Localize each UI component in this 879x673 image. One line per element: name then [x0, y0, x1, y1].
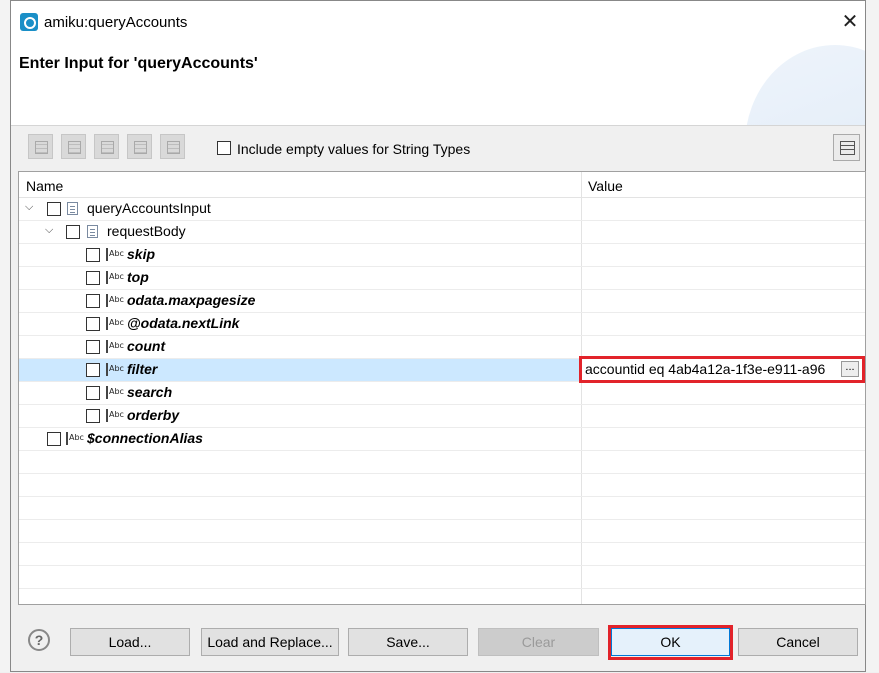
ellipsis-button[interactable]: ... [841, 361, 859, 377]
header-decoration [745, 45, 865, 125]
include-empty-label: Include empty values for String Types [237, 141, 471, 157]
load-button[interactable]: Load... [70, 628, 190, 656]
save-button[interactable]: Save... [348, 628, 468, 656]
empty-row [19, 451, 865, 474]
empty-row [19, 520, 865, 543]
add-column-icon[interactable] [94, 134, 119, 159]
string-type-icon: Abc [106, 386, 124, 399]
row-checkbox[interactable] [86, 409, 100, 423]
app-icon [20, 13, 38, 31]
close-button[interactable]: ✕ [835, 7, 865, 37]
string-type-icon: Abc [106, 340, 124, 353]
document-icon [67, 202, 78, 215]
remove-row-icon[interactable] [127, 134, 152, 159]
row-checkbox[interactable] [47, 432, 61, 446]
query-input-dialog: amiku:queryAccounts ✕ Enter Input for 'q… [10, 0, 866, 672]
row-checkbox[interactable] [66, 225, 80, 239]
string-type-icon: Abc [106, 317, 124, 330]
table-row[interactable]: Abc skip [19, 244, 865, 267]
filter-value-editor[interactable]: accountid eq 4ab4a12a-1f3e-e911-a96 ... [579, 356, 865, 383]
table-row-selected[interactable]: Abc filter accountid eq 4ab4a12a-1f3e-e9… [19, 356, 865, 383]
node-label: skip [127, 246, 156, 262]
add-row-icon[interactable] [28, 134, 53, 159]
table-row[interactable]: ⌵ requestBody [19, 221, 865, 244]
row-checkbox[interactable] [86, 294, 100, 308]
string-type-icon: Abc [106, 409, 124, 422]
background-window-right [865, 0, 879, 672]
table-row[interactable]: Abc @odata.nextLink [19, 313, 865, 336]
window-title: amiku:queryAccounts [44, 14, 188, 31]
node-label: filter [127, 361, 158, 377]
include-empty-checkbox[interactable] [217, 141, 231, 155]
cancel-button[interactable]: Cancel [738, 628, 858, 656]
empty-row [19, 543, 865, 566]
empty-row [19, 566, 865, 589]
column-header-value[interactable]: Value [588, 178, 623, 194]
filter-value-input[interactable]: accountid eq 4ab4a12a-1f3e-e911-a96 [585, 361, 837, 377]
node-label: odata.maxpagesize [127, 292, 256, 308]
row-checkbox[interactable] [86, 363, 100, 377]
chevron-down-icon[interactable]: ⌵ [45, 224, 53, 237]
empty-row [19, 497, 865, 520]
row-checkbox[interactable] [86, 317, 100, 331]
insert-row-icon[interactable] [61, 134, 86, 159]
string-type-icon: Abc [66, 432, 84, 445]
ok-button[interactable]: OK [611, 628, 730, 656]
row-checkbox[interactable] [86, 248, 100, 262]
string-type-icon: Abc [106, 363, 124, 376]
empty-row [19, 474, 865, 497]
dialog-footer: ? Load... Load and Replace... Save... Cl… [11, 611, 865, 673]
table-header: Name Value [19, 172, 865, 198]
node-label: count [127, 338, 166, 354]
node-label: orderby [127, 407, 180, 423]
help-icon[interactable]: ? [28, 629, 50, 651]
table-row[interactable]: Abc odata.maxpagesize [19, 290, 865, 313]
table-row[interactable]: Abc orderby [19, 405, 865, 428]
node-label: search [127, 384, 173, 400]
string-type-icon: Abc [106, 271, 124, 284]
table-row[interactable]: Abc top [19, 267, 865, 290]
remove-all-icon[interactable] [160, 134, 185, 159]
title-bar: amiku:queryAccounts ✕ [11, 1, 865, 45]
load-and-replace-button[interactable]: Load and Replace... [201, 628, 339, 656]
chevron-down-icon[interactable]: ⌵ [25, 201, 33, 214]
node-label: top [127, 269, 149, 285]
row-checkbox[interactable] [86, 271, 100, 285]
table-row[interactable]: ⌵ queryAccountsInput [19, 198, 865, 221]
document-icon [87, 225, 98, 238]
table-row[interactable]: Abc $connectionAlias [19, 428, 865, 451]
clear-button[interactable]: Clear [478, 628, 599, 656]
node-label: requestBody [107, 223, 186, 239]
table-row[interactable]: Abc search [19, 382, 865, 405]
node-label: $connectionAlias [87, 430, 203, 446]
table-layout-icon[interactable] [833, 134, 860, 161]
node-label: queryAccountsInput [87, 200, 211, 216]
input-table: Name Value ⌵ queryAccountsInput ⌵ reques… [18, 171, 866, 605]
row-checkbox[interactable] [47, 202, 61, 216]
dialog-header: Enter Input for 'queryAccounts' [11, 45, 865, 126]
row-checkbox[interactable] [86, 386, 100, 400]
node-label: @odata.nextLink [127, 315, 240, 331]
header-title: Enter Input for 'queryAccounts' [19, 55, 258, 72]
string-type-icon: Abc [106, 248, 124, 261]
column-header-name[interactable]: Name [26, 178, 63, 194]
row-checkbox[interactable] [86, 340, 100, 354]
string-type-icon: Abc [106, 294, 124, 307]
toolbar: Include empty values for String Types [18, 132, 860, 168]
